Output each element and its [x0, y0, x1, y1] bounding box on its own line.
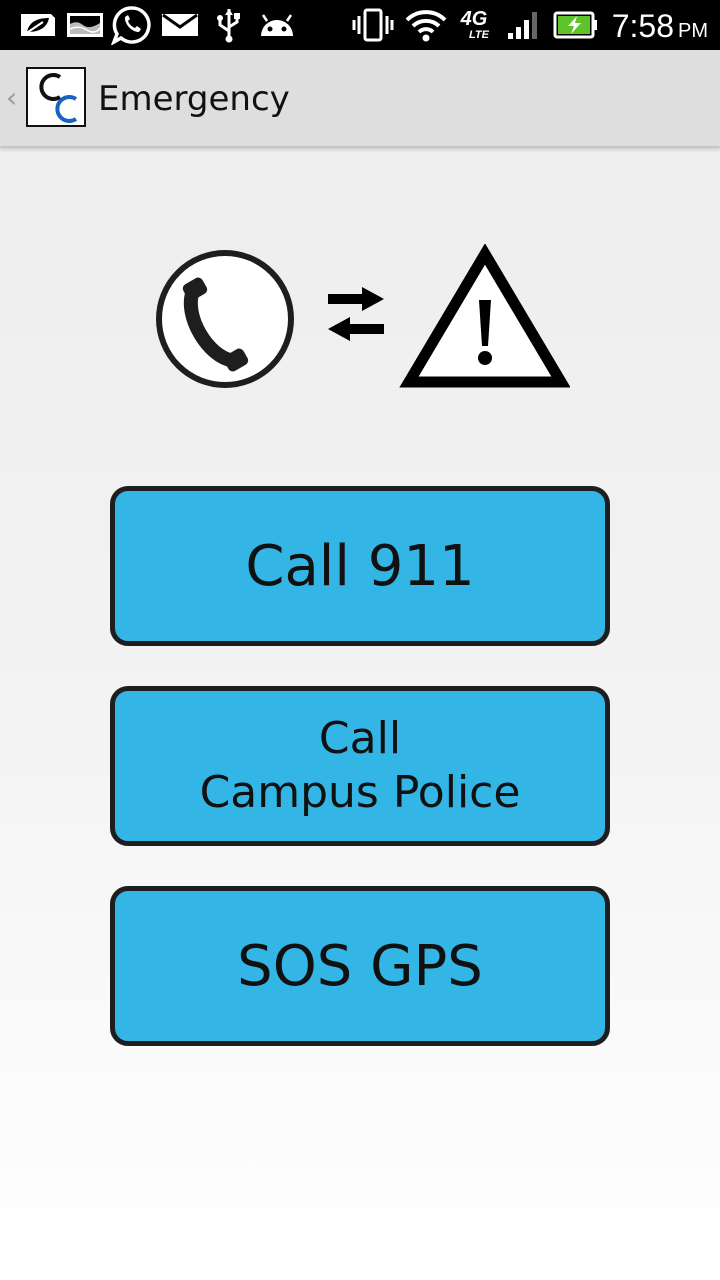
emergency-hero — [150, 243, 571, 394]
clock-ampm: PM — [678, 20, 708, 42]
call-911-button[interactable]: Call 911 — [110, 486, 610, 646]
battery-icon — [552, 8, 600, 42]
usb-icon — [212, 8, 246, 43]
android-debug-icon — [256, 8, 298, 42]
network-subtype: LTE — [469, 29, 489, 41]
gallery-icon — [64, 8, 106, 42]
sos-gps-label: SOS GPS — [237, 933, 483, 999]
sos-gps-button[interactable]: SOS GPS — [110, 886, 610, 1046]
clock-time: 7:58 — [611, 8, 674, 44]
leaf-notification-icon — [14, 8, 58, 42]
warning-triangle-icon — [399, 243, 571, 388]
call-police-label-line1: Call — [318, 713, 402, 764]
whatsapp-icon — [110, 6, 154, 45]
call-911-label: Call 911 — [245, 533, 475, 599]
call-police-label-line2: Campus Police — [199, 767, 521, 818]
call-campus-police-button[interactable]: Call Campus Police — [110, 686, 610, 846]
vibrate-icon — [350, 8, 396, 42]
signal-icon — [504, 8, 544, 42]
clock: 7:58 PM — [612, 6, 708, 46]
action-bar: ‹ Emergency — [0, 50, 720, 148]
phone-icon — [156, 250, 294, 388]
cc-logo-icon — [39, 73, 78, 123]
exchange-arrows-icon — [328, 287, 384, 341]
status-bar: 4G LTE 7:58 PM — [0, 0, 720, 50]
up-navigation-icon[interactable]: ‹ — [6, 80, 24, 116]
app-logo[interactable] — [26, 67, 86, 127]
email-icon — [160, 8, 200, 42]
wifi-icon — [404, 8, 448, 42]
page-title: Emergency — [98, 79, 290, 119]
lte-icon: 4G LTE — [452, 8, 496, 42]
network-type: 4G — [460, 8, 488, 30]
